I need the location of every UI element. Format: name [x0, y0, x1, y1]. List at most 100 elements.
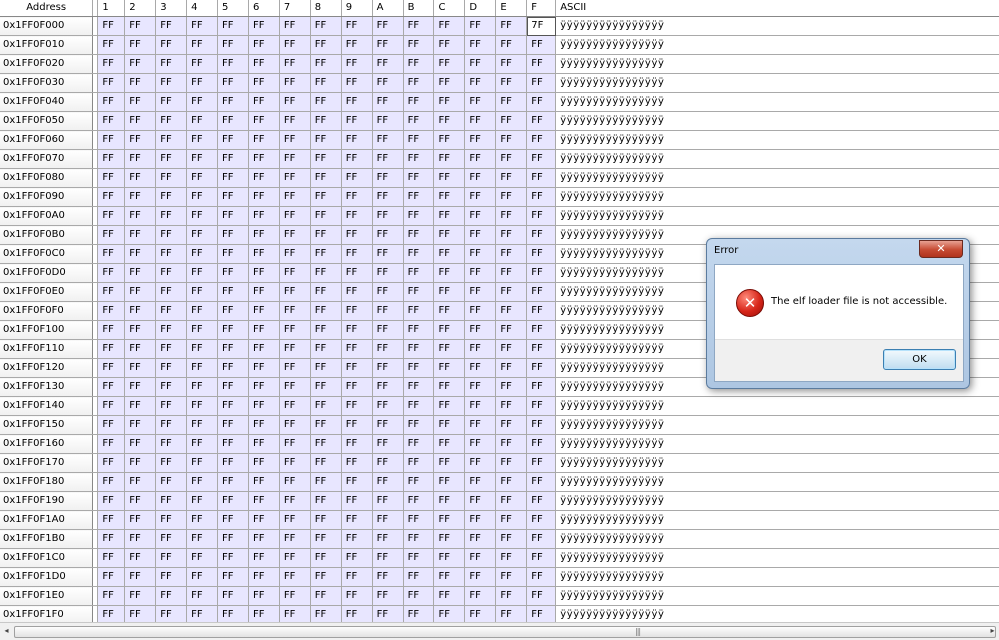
byte-cell[interactable]: FF — [372, 35, 404, 55]
scroll-left-arrow-icon[interactable]: ◂ — [1, 625, 12, 637]
ascii-cell[interactable]: ÿÿÿÿÿÿÿÿÿÿÿÿÿÿÿÿ — [555, 149, 999, 169]
byte-cell[interactable]: FF — [495, 16, 528, 36]
byte-cell[interactable]: FF — [464, 605, 497, 622]
byte-cell[interactable]: FF — [341, 567, 373, 587]
byte-cell[interactable]: FF — [186, 244, 219, 264]
byte-cell[interactable]: FF — [403, 415, 435, 435]
byte-cell[interactable]: FF — [124, 282, 157, 302]
byte-cell[interactable]: FF — [310, 453, 342, 473]
byte-cell[interactable]: FF — [495, 491, 528, 511]
byte-cell[interactable]: FF — [372, 434, 404, 454]
byte-cell[interactable]: FF — [403, 605, 435, 622]
row-address[interactable]: 0x1FF0F1E0 — [0, 586, 94, 606]
byte-cell[interactable]: FF — [186, 510, 219, 530]
byte-cell[interactable]: FF — [124, 415, 157, 435]
byte-cell[interactable]: FF — [186, 206, 219, 226]
byte-cell[interactable]: FF — [526, 510, 557, 530]
byte-cell[interactable]: FF — [310, 149, 342, 169]
byte-cell[interactable]: FF — [217, 168, 249, 188]
byte-cell[interactable]: FF — [97, 472, 126, 492]
byte-cell[interactable]: FF — [97, 339, 126, 359]
byte-cell[interactable]: FF — [495, 453, 528, 473]
selected-byte-cell[interactable]: 7F — [526, 16, 557, 36]
byte-cell[interactable]: FF — [495, 149, 528, 169]
byte-cell[interactable]: FF — [97, 35, 126, 55]
row-address[interactable]: 0x1FF0F160 — [0, 434, 94, 454]
byte-cell[interactable]: FF — [495, 567, 528, 587]
ascii-cell[interactable]: ÿÿÿÿÿÿÿÿÿÿÿÿÿÿÿÿ — [555, 396, 999, 416]
byte-cell[interactable]: FF — [248, 225, 280, 245]
byte-cell[interactable]: FF — [372, 529, 404, 549]
byte-cell[interactable]: FF — [186, 130, 219, 150]
byte-cell[interactable]: FF — [526, 529, 557, 549]
byte-cell[interactable]: FF — [341, 529, 373, 549]
byte-cell[interactable]: FF — [403, 130, 435, 150]
byte-cell[interactable]: FF — [310, 339, 342, 359]
byte-cell[interactable]: FF — [433, 16, 466, 36]
byte-cell[interactable]: FF — [155, 92, 188, 112]
byte-cell[interactable]: FF — [97, 301, 126, 321]
byte-cell[interactable]: FF — [124, 567, 157, 587]
byte-cell[interactable]: FF — [372, 548, 404, 568]
byte-cell[interactable]: FF — [186, 396, 219, 416]
byte-cell[interactable]: FF — [217, 586, 249, 606]
byte-cell[interactable]: FF — [155, 453, 188, 473]
byte-cell[interactable]: FF — [495, 377, 528, 397]
byte-cell[interactable]: FF — [248, 567, 280, 587]
byte-cell[interactable]: FF — [217, 358, 249, 378]
byte-cell[interactable]: FF — [464, 130, 497, 150]
byte-cell[interactable]: FF — [97, 54, 126, 74]
byte-cell[interactable]: FF — [310, 263, 342, 283]
byte-cell[interactable]: FF — [310, 548, 342, 568]
row-address[interactable]: 0x1FF0F1F0 — [0, 605, 94, 622]
byte-cell[interactable]: FF — [372, 301, 404, 321]
column-header-6[interactable]: 6 — [248, 0, 280, 17]
byte-cell[interactable]: FF — [341, 92, 373, 112]
byte-cell[interactable]: FF — [186, 586, 219, 606]
byte-cell[interactable]: FF — [155, 35, 188, 55]
byte-cell[interactable]: FF — [464, 187, 497, 207]
byte-cell[interactable]: FF — [248, 453, 280, 473]
byte-cell[interactable]: FF — [403, 225, 435, 245]
byte-cell[interactable]: FF — [248, 16, 280, 36]
byte-cell[interactable]: FF — [248, 491, 280, 511]
byte-cell[interactable]: FF — [372, 244, 404, 264]
byte-cell[interactable]: FF — [155, 244, 188, 264]
byte-cell[interactable]: FF — [279, 567, 311, 587]
byte-cell[interactable]: FF — [124, 187, 157, 207]
byte-cell[interactable]: FF — [372, 377, 404, 397]
byte-cell[interactable]: FF — [97, 548, 126, 568]
horizontal-scrollbar[interactable]: ◂ ||| ▸ — [0, 622, 999, 640]
byte-cell[interactable]: FF — [403, 358, 435, 378]
byte-cell[interactable]: FF — [217, 54, 249, 74]
byte-cell[interactable]: FF — [433, 358, 466, 378]
byte-cell[interactable]: FF — [310, 605, 342, 622]
byte-cell[interactable]: FF — [526, 567, 557, 587]
byte-cell[interactable]: FF — [495, 54, 528, 74]
byte-cell[interactable]: FF — [372, 187, 404, 207]
byte-cell[interactable]: FF — [155, 73, 188, 93]
byte-cell[interactable]: FF — [495, 130, 528, 150]
byte-cell[interactable]: FF — [341, 377, 373, 397]
byte-cell[interactable]: FF — [433, 339, 466, 359]
byte-cell[interactable]: FF — [464, 244, 497, 264]
byte-cell[interactable]: FF — [341, 73, 373, 93]
byte-cell[interactable]: FF — [341, 358, 373, 378]
byte-cell[interactable]: FF — [495, 605, 528, 622]
byte-cell[interactable]: FF — [341, 396, 373, 416]
byte-cell[interactable]: FF — [279, 586, 311, 606]
byte-cell[interactable]: FF — [217, 282, 249, 302]
byte-cell[interactable]: FF — [433, 320, 466, 340]
byte-cell[interactable]: FF — [526, 111, 557, 131]
byte-cell[interactable]: FF — [248, 586, 280, 606]
byte-cell[interactable]: FF — [341, 491, 373, 511]
byte-cell[interactable]: FF — [186, 92, 219, 112]
byte-cell[interactable]: FF — [464, 434, 497, 454]
byte-cell[interactable]: FF — [124, 225, 157, 245]
byte-cell[interactable]: FF — [248, 35, 280, 55]
byte-cell[interactable]: FF — [279, 263, 311, 283]
byte-cell[interactable]: FF — [279, 358, 311, 378]
byte-cell[interactable]: FF — [310, 130, 342, 150]
byte-cell[interactable]: FF — [372, 92, 404, 112]
byte-cell[interactable]: FF — [495, 168, 528, 188]
